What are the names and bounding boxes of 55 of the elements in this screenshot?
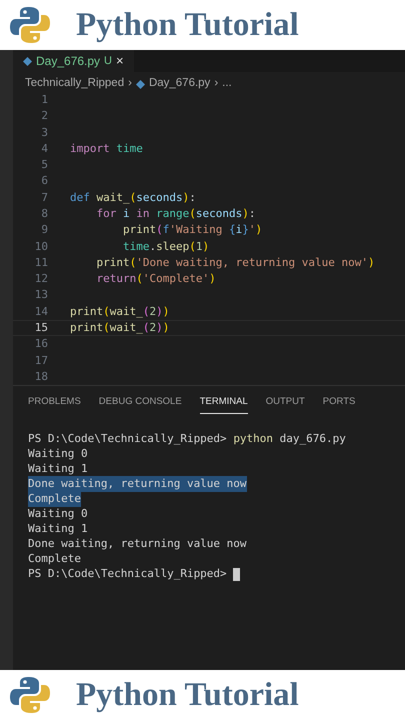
code-line: for i in range(seconds): bbox=[95, 206, 256, 222]
line-number: 13 bbox=[34, 287, 48, 304]
code-line: import time bbox=[70, 140, 143, 157]
line-number: 11 bbox=[34, 254, 48, 271]
file-icon bbox=[136, 80, 145, 88]
banner-title: Python Tutorial bbox=[76, 678, 299, 712]
chevron-icon: › bbox=[214, 75, 218, 93]
code-line: print('Done waiting, returning value now') bbox=[95, 254, 375, 271]
panel-tab[interactable]: TERMINAL bbox=[200, 395, 248, 414]
breadcrumb-item[interactable]: Day_676.py bbox=[148, 75, 210, 93]
tab-label: Day_676.py bbox=[36, 53, 100, 70]
breadcrumb-item[interactable]: ... bbox=[222, 75, 232, 93]
line-number: 1 bbox=[40, 92, 48, 108]
terminal-line: PS D:\Code\Technically_Ripped> python day_676.py bbox=[28, 430, 346, 447]
line-number: 9 bbox=[40, 222, 48, 238]
terminal-line: Done waiting, returning value now bbox=[28, 536, 247, 552]
line-number: 6 bbox=[40, 173, 48, 190]
python-logo-icon bbox=[10, 5, 50, 45]
line-number: 10 bbox=[34, 238, 48, 255]
line-number: 18 bbox=[34, 368, 48, 385]
line-number: 3 bbox=[40, 124, 48, 140]
python-logo-icon bbox=[10, 675, 50, 715]
code-line: print(f'Waiting {i}') bbox=[122, 222, 262, 238]
line-number: 5 bbox=[40, 157, 48, 174]
line-number: 12 bbox=[34, 271, 48, 288]
terminal-line: Waiting 0 bbox=[28, 506, 88, 522]
panel-tab[interactable]: OUTPUT bbox=[266, 395, 305, 414]
panel-tab[interactable]: PROBLEMS bbox=[28, 395, 81, 414]
untracked-label: U bbox=[104, 54, 112, 69]
breadcrumb-item[interactable]: Technically_Ripped bbox=[25, 75, 124, 93]
editor-tab[interactable]: Day_676.py U × bbox=[13, 50, 134, 72]
line-number: 2 bbox=[40, 108, 48, 124]
line-number: 7 bbox=[40, 190, 48, 206]
line-number: 4 bbox=[40, 140, 48, 157]
code-line: time.sleep(1) bbox=[122, 238, 210, 255]
close-icon[interactable]: × bbox=[116, 51, 124, 71]
line-number: 17 bbox=[34, 352, 48, 369]
code-line: print(wait_(2)) bbox=[70, 320, 170, 336]
terminal-line: Waiting 0 bbox=[28, 446, 88, 462]
panel-tab[interactable]: PORTS bbox=[322, 395, 356, 414]
line-number: 8 bbox=[40, 206, 48, 222]
panel-tab[interactable]: DEBUG CONSOLE bbox=[98, 395, 182, 414]
terminal-line: Waiting 1 bbox=[28, 460, 88, 477]
terminal-line: Waiting 1 bbox=[28, 520, 88, 537]
line-number: 15 bbox=[34, 320, 48, 336]
file-icon bbox=[23, 56, 32, 66]
code-line: def wait_(seconds): bbox=[70, 190, 196, 206]
terminal-line: Complete bbox=[28, 550, 81, 567]
line-number: 16 bbox=[34, 336, 48, 352]
banner-title: Python Tutorial bbox=[76, 8, 299, 42]
code-line: print(wait_(2)) bbox=[70, 304, 170, 320]
chevron-icon: › bbox=[128, 75, 132, 93]
line-number: 14 bbox=[34, 304, 48, 320]
terminal-line: PS D:\Code\Technically_Ripped> bbox=[28, 566, 228, 582]
code-line: return('Complete') bbox=[95, 271, 216, 288]
